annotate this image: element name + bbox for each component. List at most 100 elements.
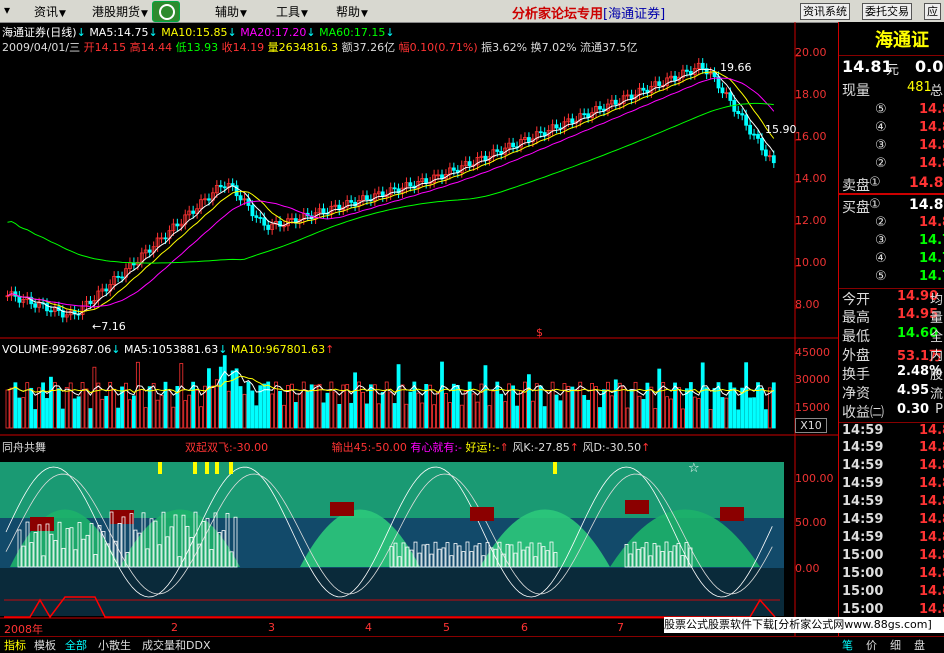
volume-bar — [602, 389, 606, 429]
menu-dropdown-icon[interactable]: ▾ — [4, 3, 10, 17]
menu-tools[interactable]: 工具▼ — [276, 3, 308, 20]
candle-body — [120, 276, 124, 279]
volume-bar — [744, 362, 749, 429]
tick-row: 15:0014.8 — [842, 566, 944, 581]
window-title: 分析家论坛专用[海通证券] — [512, 7, 666, 22]
candle-body — [254, 215, 259, 218]
volume-bar — [321, 402, 326, 429]
candle-body — [748, 124, 752, 135]
volume-bar — [337, 403, 342, 429]
menu-assist[interactable]: 辅助▼ — [215, 3, 247, 20]
volume-scale-button[interactable]: X10 — [795, 418, 827, 433]
trade-order-button[interactable]: 委托交易 — [862, 3, 912, 20]
volume-bar — [499, 393, 504, 429]
volume-bar — [187, 394, 192, 429]
indicator-block — [470, 507, 494, 521]
volume-bar — [412, 381, 417, 429]
tab-indicator[interactable]: 指标 — [4, 637, 26, 653]
volume-bar — [736, 409, 741, 429]
volume-bar — [305, 391, 310, 429]
timeline-month: 3 — [268, 621, 275, 634]
menu-news[interactable]: 资讯▼ — [34, 3, 66, 20]
tab-volume-ddx[interactable]: 成交量和DDX — [142, 637, 210, 653]
volume-bar — [609, 395, 614, 429]
candle-body — [613, 99, 618, 105]
volume-bar — [661, 382, 666, 429]
candle-body — [641, 87, 646, 91]
volume-bar — [653, 408, 658, 429]
menu-bar: ▾ 资讯▼ 港股期货▼ 辅助▼ 工具▼ 帮助▼ 分析家论坛专用[海通证券] 资讯… — [0, 0, 944, 23]
volume-bar — [254, 405, 259, 429]
volume-bar — [455, 385, 460, 429]
candle-body — [116, 275, 120, 278]
volume-bar — [361, 391, 365, 429]
signal-marker — [205, 462, 209, 474]
stat-row: 最高 14.95 量 — [842, 307, 943, 326]
menu-help[interactable]: 帮助▼ — [336, 3, 368, 20]
candle-body — [740, 113, 745, 116]
quote-title: 海通证 — [875, 30, 929, 51]
signal-marker — [553, 462, 557, 474]
volume-bar — [578, 381, 583, 429]
volume-bar — [708, 409, 713, 429]
buy-level-row: ③14.7 — [875, 233, 944, 248]
volume-bar — [764, 409, 768, 429]
tick-row: 14:5914.8 — [839, 422, 944, 441]
volume-bar — [199, 406, 203, 429]
tab-price[interactable]: 价 — [866, 637, 877, 653]
candle-body — [511, 142, 516, 148]
volume-bar — [677, 387, 681, 429]
price-tick: 8.00 — [795, 298, 820, 311]
ad-banner[interactable]: 股票公式股票软件下载[分析家公式网www.88gs.com] — [664, 617, 944, 633]
volume-bar — [147, 386, 152, 429]
volume-bar — [139, 389, 144, 429]
volume-bar — [155, 399, 160, 429]
volume-bar — [191, 381, 196, 429]
candle-body — [712, 72, 717, 78]
candle-body — [262, 217, 267, 226]
app-button[interactable]: 应 — [924, 3, 941, 20]
tab-all[interactable]: 全部 — [65, 637, 87, 653]
volume-bar — [408, 391, 413, 429]
news-system-button[interactable]: 资讯系统 — [800, 3, 850, 20]
candle-body — [467, 161, 472, 166]
candle-body — [685, 69, 689, 72]
ma20-label: MA20:17.20 — [240, 26, 307, 39]
indicator-block — [720, 507, 744, 521]
tab-trades[interactable]: 笔 — [842, 637, 853, 653]
price-tick: 12.00 — [795, 214, 827, 227]
tick-row: 14:5914.8 — [842, 530, 944, 545]
candle-body — [629, 94, 634, 100]
volume-bar — [519, 390, 523, 429]
volume-bar — [598, 407, 602, 429]
candle-body — [700, 62, 705, 69]
volume-bar — [459, 404, 464, 429]
volume-bar — [88, 408, 93, 429]
tab-detail[interactable]: 细 — [890, 637, 901, 653]
candle-body — [764, 149, 768, 157]
indicator-tick: 100.00 — [795, 472, 834, 485]
indicator-values: 双起双飞:-30.00 输出45:-50.00 有心就有:- 好运!:-⇑ 风K… — [185, 441, 651, 454]
tab-template[interactable]: 模板 — [34, 637, 56, 653]
volume-bar — [440, 361, 444, 429]
volume-bar — [250, 390, 255, 429]
volume-tick: 30000 — [795, 373, 830, 386]
tab-book[interactable]: 盘 — [914, 637, 925, 653]
menu-hk-futures[interactable]: 港股期货▼ — [92, 3, 148, 20]
tab-retail[interactable]: 小散生 — [98, 637, 131, 653]
volume-bar — [143, 407, 148, 429]
volume-bar — [732, 387, 737, 429]
indicator-block — [30, 517, 54, 531]
volume-bar — [530, 400, 535, 429]
volume-bar — [606, 381, 610, 429]
volume-bar — [487, 405, 492, 429]
current-volume-row: 现量 481 总 — [842, 80, 943, 99]
candle-body — [222, 186, 227, 189]
candle-body — [207, 198, 211, 201]
volume-bar — [613, 379, 618, 429]
indicator-band-top — [0, 462, 784, 518]
stat-row: 净资 4.95 流 — [842, 383, 943, 402]
candle-body — [266, 224, 271, 230]
price-tick: 18.00 — [795, 88, 827, 101]
volume-bar — [432, 404, 437, 429]
